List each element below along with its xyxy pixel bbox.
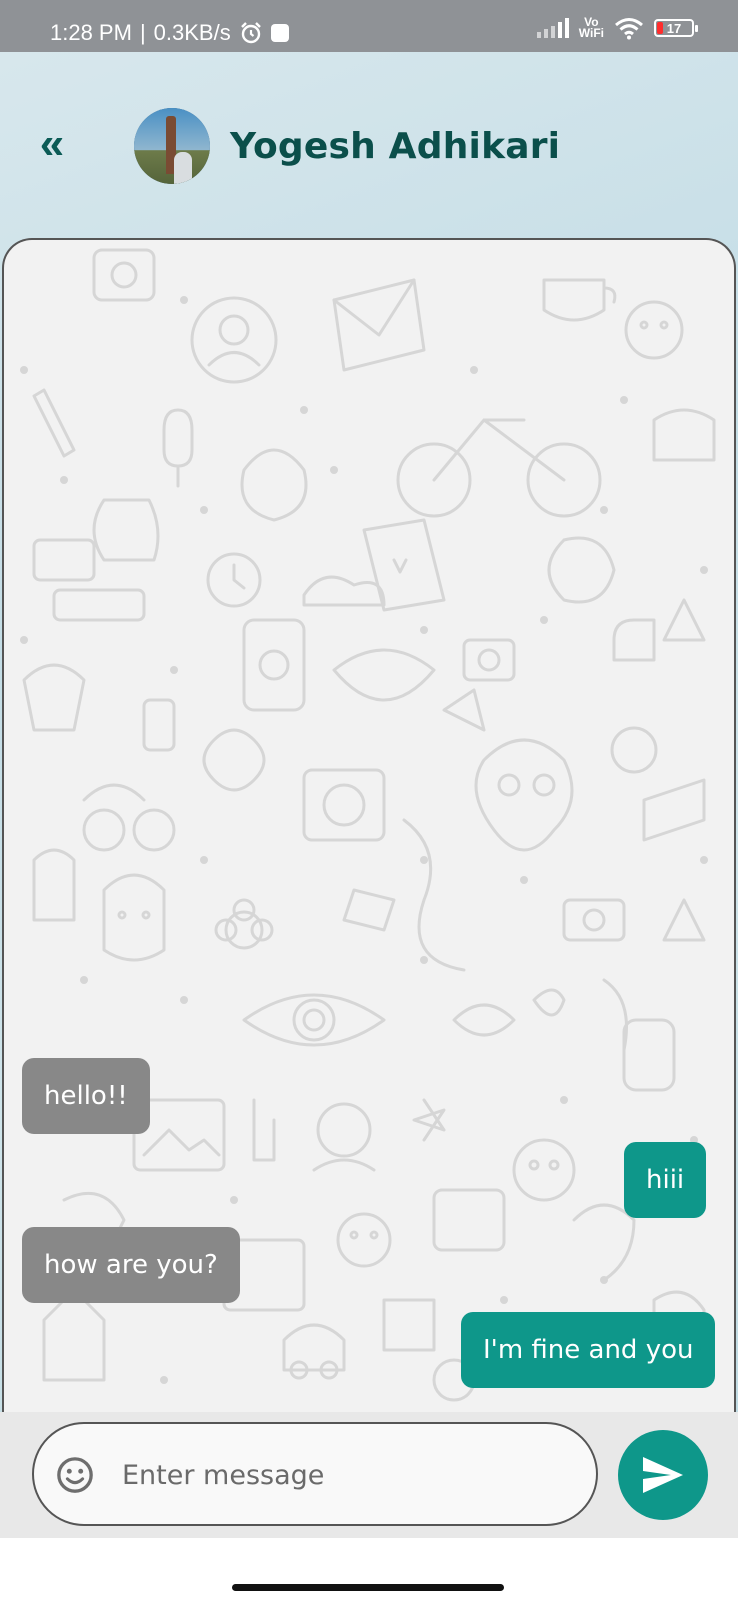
contact-name[interactable]: Yogesh Adhikari	[230, 126, 560, 167]
vowifi-indicator: Vo WiFi	[578, 15, 604, 40]
signal-icon	[536, 18, 569, 38]
chat-header: « Yogesh Adhikari	[0, 52, 738, 238]
status-left: 1:28 PM | 0.3KB/s	[50, 20, 289, 46]
send-button[interactable]	[618, 1430, 708, 1520]
message-input-container[interactable]	[32, 1422, 598, 1526]
avatar[interactable]	[134, 108, 210, 184]
battery-level: 17	[666, 20, 682, 36]
message-bubble-outgoing[interactable]: I'm fine and you	[461, 1312, 716, 1388]
notification-icon	[270, 24, 289, 42]
message-bubble-incoming[interactable]: how are you?	[22, 1227, 240, 1303]
message-composer	[0, 1412, 738, 1538]
alarm-icon	[240, 22, 261, 44]
chat-panel[interactable]: hello!! hiii how are you? I'm fine and y…	[2, 238, 736, 1412]
home-indicator[interactable]	[232, 1584, 504, 1591]
send-icon	[643, 1457, 683, 1493]
status-time: 1:28 PM	[50, 20, 132, 45]
message-bubble-outgoing[interactable]: hiii	[624, 1142, 707, 1218]
status-bar: 1:28 PM | 0.3KB/s Vo WiFi 17	[0, 0, 738, 52]
message-input[interactable]	[120, 1444, 574, 1506]
wifi-icon	[615, 18, 643, 40]
status-right: Vo WiFi 17	[536, 15, 698, 40]
back-button[interactable]: «	[30, 122, 74, 166]
chevron-double-left-icon: «	[39, 119, 65, 168]
message-bubble-incoming[interactable]: hello!!	[22, 1058, 150, 1134]
battery-icon: 17	[654, 19, 698, 37]
emoji-smile-icon[interactable]	[56, 1456, 94, 1494]
network-speed: 0.3KB/s	[153, 20, 231, 45]
